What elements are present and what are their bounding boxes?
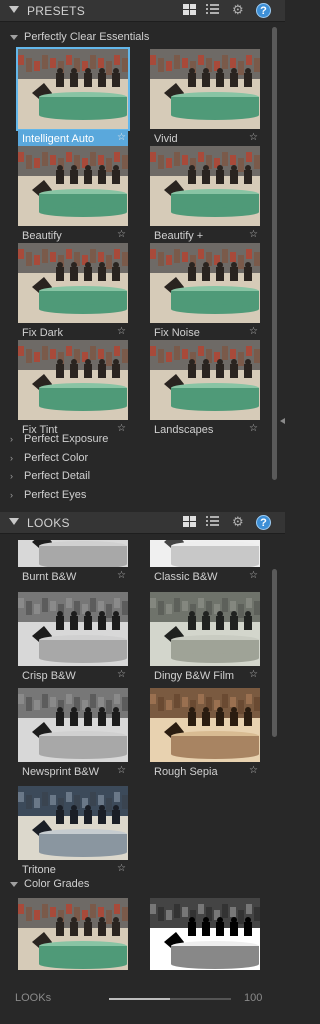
thumbnail-label-bar[interactable]: Rough Sepia ☆	[150, 763, 260, 781]
group-label: Perfect Eyes	[24, 488, 87, 501]
list-view-icon[interactable]	[206, 516, 219, 527]
presets-scrollbar[interactable]	[272, 27, 277, 480]
thumbnail-label: Intelligent Auto	[22, 133, 95, 145]
strength-slider[interactable]	[109, 998, 231, 1000]
thumbnail-image[interactable]	[16, 47, 130, 131]
chevron-down-icon	[10, 881, 18, 887]
thumbnail-label: Fix Noise	[154, 327, 200, 339]
chevron-right-icon: ›	[10, 489, 13, 500]
thumbnail-label-bar[interactable]: Dingy B&W Film ☆	[150, 667, 260, 685]
help-icon[interactable]: ?	[256, 515, 271, 530]
thumbnail-image[interactable]	[150, 146, 260, 226]
group-perfectly-clear-essentials[interactable]: Perfectly Clear Essentials	[10, 31, 149, 43]
thumbnail-image[interactable]	[18, 898, 128, 970]
thumbnail-label: Beautify +	[154, 230, 204, 242]
star-icon[interactable]: ☆	[117, 326, 126, 337]
strength-label: LOOKs	[15, 992, 52, 1004]
thumbnail-label: Tritone	[22, 864, 56, 876]
group-label: Perfectly Clear Essentials	[24, 31, 150, 43]
thumbnail-label-bar[interactable]: Landscapes ☆	[150, 421, 260, 439]
star-icon[interactable]: ☆	[117, 229, 126, 240]
presets-title: PRESETS	[27, 4, 86, 18]
group-label: Perfect Color	[24, 451, 89, 464]
thumbnail-image[interactable]	[150, 243, 260, 323]
thumbnail-image[interactable]	[150, 540, 260, 567]
star-icon[interactable]: ☆	[249, 132, 258, 143]
thumbnail-image[interactable]	[150, 592, 260, 666]
thumbnail-label: Vivid	[154, 133, 178, 145]
group-collapsed[interactable]: › Perfect Color	[10, 452, 88, 464]
star-icon[interactable]: ☆	[249, 423, 258, 434]
thumbnail-label: Classic B&W	[154, 571, 218, 583]
group-collapsed[interactable]: › Perfect Eyes	[10, 489, 86, 501]
looks-header[interactable]: LOOKS ⚙ ?	[0, 512, 285, 534]
star-icon[interactable]: ☆	[117, 132, 126, 143]
group-label: Perfect Detail	[24, 470, 91, 482]
looks-scrollbar[interactable]	[272, 569, 277, 737]
chevron-right-icon: ›	[10, 434, 13, 444]
thumbnail-label: Landscapes	[154, 424, 214, 436]
chevron-down-icon	[10, 34, 18, 40]
thumbnail-image[interactable]	[150, 340, 260, 420]
gear-icon[interactable]: ⚙	[232, 3, 244, 16]
grid-view-icon[interactable]	[183, 4, 196, 15]
group-label: Color Grades	[24, 878, 90, 890]
collapse-triangle-icon[interactable]	[9, 6, 19, 13]
star-icon[interactable]: ☆	[249, 229, 258, 240]
star-icon[interactable]: ☆	[117, 863, 126, 874]
thumbnail-image[interactable]	[150, 49, 260, 129]
thumbnail-label: Crisp B&W	[22, 670, 76, 682]
chevron-right-icon: ›	[10, 452, 13, 463]
thumbnail-label: Burnt B&W	[22, 571, 77, 583]
thumbnail-image[interactable]	[18, 146, 128, 226]
star-icon[interactable]: ☆	[117, 765, 126, 776]
star-icon[interactable]: ☆	[249, 669, 258, 680]
grid-view-icon[interactable]	[183, 516, 196, 527]
strength-slider-fill	[109, 998, 170, 1000]
help-icon[interactable]: ?	[256, 3, 271, 18]
thumbnail-label: Fix Dark	[22, 327, 63, 339]
thumbnail-label: Beautify	[22, 230, 62, 242]
group-collapsed[interactable]: › Perfect Exposure	[10, 433, 108, 445]
star-icon[interactable]: ☆	[249, 765, 258, 776]
thumbnail-label-bar[interactable]: Tritone ☆	[18, 861, 128, 879]
star-icon[interactable]: ☆	[117, 423, 126, 434]
thumbnail-image[interactable]	[18, 592, 128, 666]
thumbnail-image[interactable]	[18, 786, 128, 860]
collapse-triangle-icon[interactable]	[9, 518, 19, 525]
thumbnail-image[interactable]	[18, 243, 128, 323]
thumbnail-image[interactable]	[150, 688, 260, 762]
thumbnail-label-bar[interactable]: Newsprint B&W ☆	[18, 763, 128, 781]
thumbnail-label-bar[interactable]: Crisp B&W ☆	[18, 667, 128, 685]
thumbnail-label: Dingy B&W Film	[154, 670, 235, 682]
star-icon[interactable]: ☆	[249, 326, 258, 337]
star-icon[interactable]: ☆	[117, 570, 126, 581]
group-color-grades[interactable]: Color Grades	[10, 878, 89, 890]
thumbnail-label: Newsprint B&W	[22, 766, 100, 778]
thumbnail-label: Rough Sepia	[154, 766, 218, 778]
thumbnail-image[interactable]	[18, 540, 128, 567]
strength-value: 100	[244, 992, 263, 1004]
group-collapsed[interactable]: › Perfect Detail	[10, 470, 90, 482]
thumbnail-label-bar[interactable]: Classic B&W ☆	[150, 568, 260, 586]
looks-viewport: Burnt B&W ☆ Classic B&W ☆ Crisp B&W ☆ Dingy…	[0, 540, 272, 970]
thumbnail-image[interactable]	[18, 340, 128, 420]
star-icon[interactable]: ☆	[117, 669, 126, 680]
presets-header[interactable]: PRESETS ⚙ ?	[0, 0, 285, 22]
panel-resize-handle-icon[interactable]	[280, 418, 285, 424]
thumbnail-image[interactable]	[18, 688, 128, 762]
thumbnail-label-bar[interactable]: Burnt B&W ☆	[18, 568, 128, 586]
gear-icon[interactable]: ⚙	[232, 515, 244, 528]
thumbnail-image[interactable]	[150, 898, 260, 970]
list-view-icon[interactable]	[206, 4, 219, 15]
looks-strength-footer: LOOKs 100	[0, 984, 285, 1024]
group-label: Perfect Exposure	[24, 433, 109, 445]
looks-grid: Burnt B&W ☆ Classic B&W ☆ Crisp B&W ☆ Dingy…	[0, 540, 272, 970]
looks-title: LOOKS	[27, 516, 70, 530]
chevron-right-icon: ›	[10, 471, 13, 481]
star-icon[interactable]: ☆	[249, 570, 258, 581]
